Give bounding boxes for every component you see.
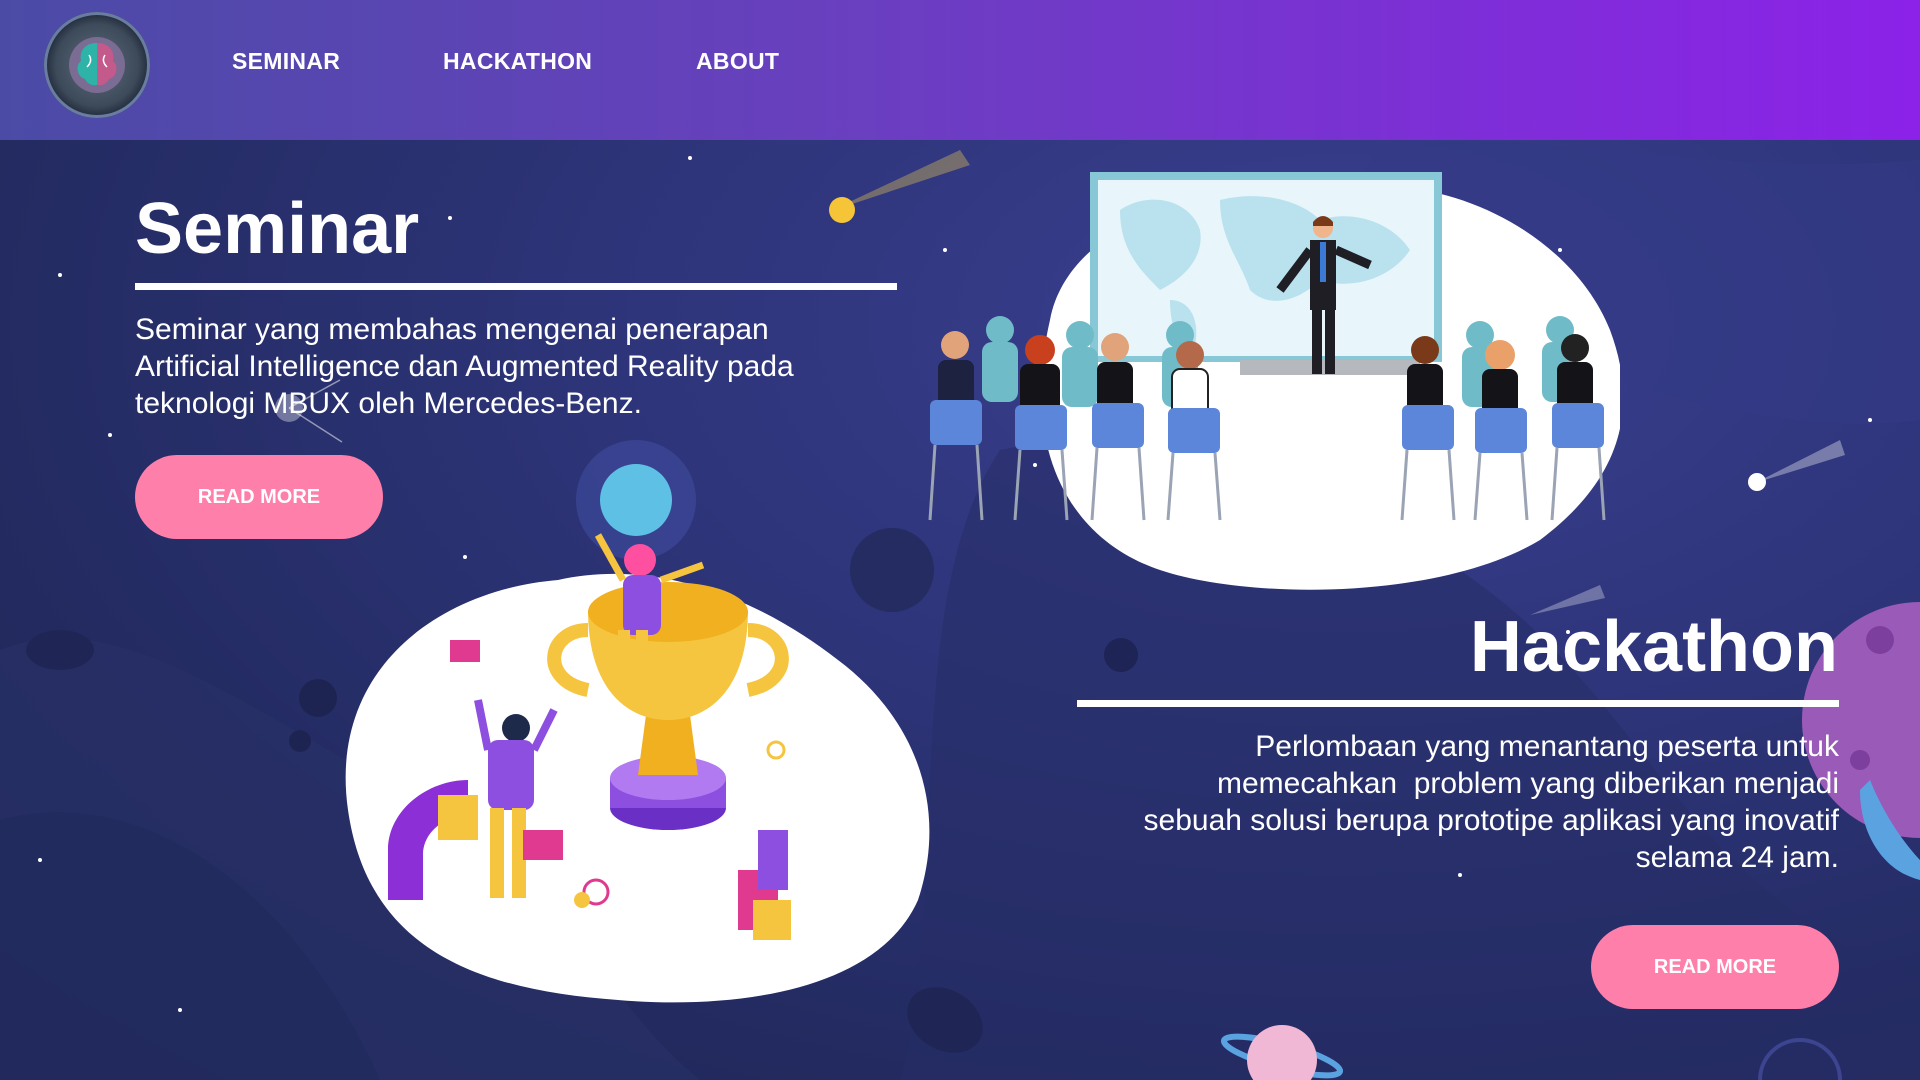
nav-link-about[interactable]: ABOUT: [696, 48, 779, 75]
seminar-illustration: [928, 172, 1620, 590]
seminar-title: Seminar: [135, 189, 420, 269]
hackathon-divider: [1077, 700, 1839, 707]
brain-icon: [69, 37, 125, 93]
seminar-description-line: Artificial Intelligence dan Augmented Re…: [135, 350, 794, 383]
seminar-description-line: teknologi MBUX oleh Mercedes-Benz.: [135, 387, 642, 420]
seminar-divider: [135, 283, 897, 290]
hackathon-description-line: Perlombaan yang menantang peserta untuk: [1255, 730, 1839, 763]
top-navigation-bar: SEMINAR HACKATHON ABOUT: [0, 0, 1920, 140]
seminar-read-more-button[interactable]: READ MORE: [135, 455, 383, 539]
hackathon-description-line: selama 24 jam.: [1635, 841, 1839, 874]
hackathon-description-line: memecahkan problem yang diberikan menjad…: [1216, 767, 1839, 800]
nav-link-hackathon[interactable]: HACKATHON: [443, 48, 592, 75]
hackathon-illustration: [345, 440, 930, 1003]
hackathon-read-more-button[interactable]: READ MORE: [1591, 925, 1839, 1009]
nav-link-seminar[interactable]: SEMINAR: [232, 48, 340, 75]
hackathon-description-line: sebuah solusi berupa prototipe aplikasi …: [1143, 804, 1839, 837]
hackathon-title: Hackathon: [1469, 607, 1838, 687]
brain-logo[interactable]: [44, 12, 150, 118]
seminar-description-line: Seminar yang membahas mengenai penerapan: [135, 313, 769, 346]
